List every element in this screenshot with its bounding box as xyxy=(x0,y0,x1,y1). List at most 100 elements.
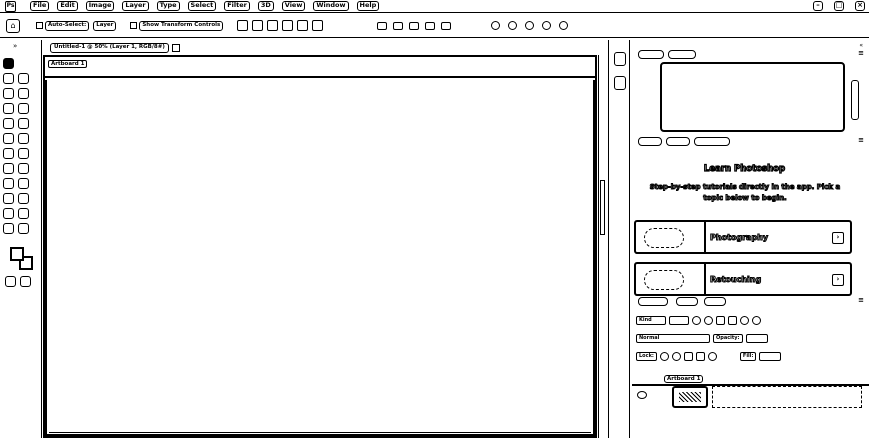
menu-type[interactable]: Type xyxy=(156,1,180,11)
panel-menu-icon[interactable]: ≡ xyxy=(858,49,864,57)
lock-transparency-icon[interactable] xyxy=(659,352,669,361)
align-top-icon[interactable] xyxy=(282,20,294,31)
lock-all-icon[interactable] xyxy=(707,352,717,361)
tab-color[interactable] xyxy=(638,50,664,59)
tab-adjustments[interactable] xyxy=(694,137,730,146)
align-right-icon[interactable] xyxy=(267,20,279,31)
pen-tool-icon[interactable] xyxy=(18,148,29,159)
canvas-area[interactable]: Artboard 1 xyxy=(43,55,597,438)
tab-swatches[interactable] xyxy=(668,50,696,59)
navigator-preview[interactable] xyxy=(660,62,845,132)
tab-paths[interactable] xyxy=(704,297,726,306)
menu-select[interactable]: Select xyxy=(187,1,217,11)
horizontal-scrollbar[interactable] xyxy=(49,432,591,434)
menu-help[interactable]: Help xyxy=(356,1,380,11)
panel-menu-icon[interactable]: ≡ xyxy=(858,296,864,304)
quick-select-tool-icon[interactable] xyxy=(3,103,14,114)
type-filter-icon[interactable] xyxy=(716,316,725,325)
learn-card-retouching[interactable]: Retouching › xyxy=(634,262,852,296)
visibility-eye-icon[interactable] xyxy=(637,391,647,399)
type-tool-icon[interactable] xyxy=(18,163,29,174)
menu-window[interactable]: Window xyxy=(313,1,349,11)
align-center-icon[interactable] xyxy=(252,20,264,31)
marquee-tool-icon[interactable] xyxy=(3,73,14,84)
tab-channels[interactable] xyxy=(676,297,698,306)
eyedropper-tool-icon[interactable] xyxy=(3,133,14,144)
brush-tool-icon[interactable] xyxy=(3,163,14,174)
opacity-input[interactable] xyxy=(745,334,768,343)
lock-image-icon[interactable] xyxy=(671,352,681,361)
tab-layers[interactable] xyxy=(638,297,668,306)
distribute-icon[interactable] xyxy=(425,21,436,30)
roll-icon[interactable] xyxy=(508,21,518,30)
artboard-layer-name[interactable]: Artboard 1 xyxy=(664,375,704,383)
lock-position-icon[interactable] xyxy=(683,352,693,361)
panel-menu-icon[interactable]: ≡ xyxy=(858,136,864,144)
gradient-tool-icon[interactable] xyxy=(3,223,14,234)
shape-tool-icon[interactable] xyxy=(18,193,29,204)
menu-image[interactable]: Image xyxy=(85,1,115,11)
adjustment-filter-icon[interactable] xyxy=(704,316,713,325)
collapse-panels-icon[interactable]: « xyxy=(859,42,863,49)
orbit-icon[interactable] xyxy=(491,21,501,30)
distribute-icon[interactable] xyxy=(393,21,404,30)
fill-input[interactable] xyxy=(759,352,782,361)
menu-3d[interactable]: 3D xyxy=(257,1,274,11)
hand-tool-icon[interactable] xyxy=(18,208,29,219)
screen-mode-icon[interactable] xyxy=(20,276,31,287)
close-tab-icon[interactable] xyxy=(171,43,180,52)
tab-learn[interactable] xyxy=(638,137,662,146)
align-middle-icon[interactable] xyxy=(297,20,309,31)
healing-brush-tool-icon[interactable] xyxy=(3,148,14,159)
distribute-icon[interactable] xyxy=(441,21,452,30)
menu-view[interactable]: View xyxy=(281,1,306,11)
menu-file[interactable]: File xyxy=(30,1,50,11)
pan-icon[interactable] xyxy=(525,21,535,30)
smart-object-filter-icon[interactable] xyxy=(740,316,749,325)
history-brush-tool-icon[interactable] xyxy=(3,193,14,204)
scrollbar-thumb[interactable] xyxy=(600,180,605,235)
chevron-right-icon[interactable]: › xyxy=(832,232,844,244)
collapse-icon[interactable]: » xyxy=(13,42,17,50)
artboard-label[interactable]: Artboard 1 xyxy=(48,60,88,68)
close-icon[interactable]: × xyxy=(855,1,865,11)
scale-icon[interactable] xyxy=(559,21,569,30)
chevron-right-icon[interactable]: › xyxy=(832,274,844,286)
artboard-tool-icon[interactable] xyxy=(18,73,29,84)
auto-select-checkbox[interactable] xyxy=(36,22,43,29)
history-panel-icon[interactable] xyxy=(614,52,626,66)
ruler-tool-icon[interactable] xyxy=(18,133,29,144)
shape-filter-icon[interactable] xyxy=(728,316,737,325)
artboard[interactable] xyxy=(45,80,595,436)
foreground-color-swatch[interactable] xyxy=(10,247,24,261)
layer-dropdown[interactable]: Layer xyxy=(93,20,117,31)
layer-row[interactable]: Artboard 1 xyxy=(632,375,869,410)
transform-checkbox[interactable] xyxy=(130,22,138,29)
maximize-icon[interactable]: □ xyxy=(834,1,844,11)
menu-layer[interactable]: Layer xyxy=(122,1,149,11)
align-bottom-icon[interactable] xyxy=(312,20,324,31)
document-tab[interactable]: Untitled-1 @ 50% (Layer 1, RGB/8#) xyxy=(50,42,180,53)
quick-mask-icon[interactable] xyxy=(5,276,16,287)
menu-edit[interactable]: Edit xyxy=(57,1,78,11)
polygonal-lasso-icon[interactable] xyxy=(18,88,29,99)
lock-artboard-icon[interactable] xyxy=(695,352,705,361)
menu-filter[interactable]: Filter xyxy=(224,1,250,11)
crop-tool-icon[interactable] xyxy=(3,118,14,129)
zoom-slider[interactable] xyxy=(851,80,859,120)
clone-stamp-tool-icon[interactable] xyxy=(3,178,14,189)
blend-mode-dropdown[interactable]: Normal xyxy=(636,334,710,343)
zoom-tool-icon[interactable] xyxy=(18,223,29,234)
distribute-icon[interactable] xyxy=(377,21,388,30)
slide-icon[interactable] xyxy=(542,21,552,30)
minimize-icon[interactable]: – xyxy=(813,1,823,11)
filter-toggle-icon[interactable] xyxy=(752,316,761,325)
learn-card-photography[interactable]: Photography › xyxy=(634,220,852,254)
tab-libraries[interactable] xyxy=(666,137,690,146)
properties-panel-icon[interactable] xyxy=(614,76,626,90)
magic-wand-icon[interactable] xyxy=(18,103,29,114)
move-tool-icon[interactable] xyxy=(3,58,14,69)
eraser-tool-icon[interactable] xyxy=(3,208,14,219)
lasso-tool-icon[interactable] xyxy=(3,88,14,99)
document-tab-title[interactable]: Untitled-1 @ 50% (Layer 1, RGB/8#) xyxy=(50,42,169,53)
